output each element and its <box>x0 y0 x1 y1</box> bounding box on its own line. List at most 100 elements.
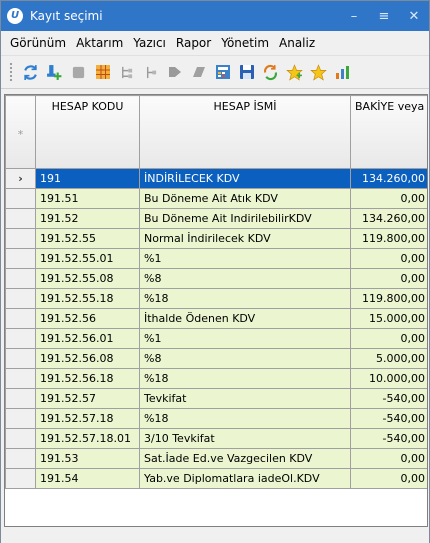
calculator-icon[interactable] <box>213 63 232 82</box>
window-title: Kayıt seçimi <box>30 9 103 23</box>
record-icon[interactable] <box>69 63 88 82</box>
app-logo-icon: U <box>7 8 23 24</box>
table-row[interactable]: 191.54 Yab.ve Diplomatlara iadeOl.KDV 0,00 <box>5 468 427 489</box>
menu-bar: Görünüm Aktarım Yazıcı Rapor Yönetim Ana… <box>1 31 429 55</box>
cell-account-code: 191.52.55.08 <box>35 268 140 289</box>
cell-account-code: 191.53 <box>35 448 140 469</box>
cell-account-code: 191.52.55 <box>35 228 140 249</box>
tree-icon[interactable] <box>117 63 136 82</box>
table-row[interactable]: 191.52.56.08 %8 5.000,00 <box>5 348 427 369</box>
row-indicator[interactable] <box>5 208 36 229</box>
menu-transfer[interactable]: Aktarım <box>71 36 128 50</box>
refresh-icon[interactable] <box>21 63 40 82</box>
cell-account-code: 191.52.56.18 <box>35 368 140 389</box>
table-row[interactable]: 191.52.57.18 %18 -540,00 <box>5 408 427 429</box>
account-grid[interactable]: * HESAP KODU HESAP İSMİ BAKİYE veya HARE… <box>4 94 428 527</box>
row-indicator[interactable] <box>5 228 36 249</box>
row-indicator[interactable] <box>5 348 36 369</box>
chart-icon[interactable] <box>333 63 352 82</box>
row-indicator[interactable] <box>5 388 36 409</box>
cell-balance: 134.260,00 <box>350 168 427 189</box>
table-row[interactable]: 191.53 Sat.İade Ed.ve Vazgecilen KDV 0,00 <box>5 448 427 469</box>
table-row[interactable]: 191.52.57 Tevkifat -540,00 <box>5 388 427 409</box>
status-bar <box>1 529 429 543</box>
forward-icon[interactable] <box>189 63 208 82</box>
row-indicator[interactable] <box>5 188 36 209</box>
column-header-balance[interactable]: BAKİYE veya HAREKET SAYISI <box>350 95 427 169</box>
cell-account-code: 191.52.56.08 <box>35 348 140 369</box>
grid-header-row: * HESAP KODU HESAP İSMİ BAKİYE veya HARE… <box>5 95 427 169</box>
table-row[interactable]: 191.52.57.18.01 3/10 Tevkifat -540,00 <box>5 428 427 449</box>
column-header-account-code[interactable]: HESAP KODU <box>35 95 140 169</box>
cell-balance: -540,00 <box>350 408 427 429</box>
title-bar[interactable]: U Kayıt seçimi – ≡ ✕ <box>1 1 429 31</box>
record-selection-window: U Kayıt seçimi – ≡ ✕ Görünüm Aktarım Yaz… <box>0 0 430 543</box>
row-indicator[interactable] <box>5 408 36 429</box>
cell-account-name: Tevkifat <box>139 388 351 409</box>
tree-collapse-icon[interactable] <box>141 63 160 82</box>
row-indicator[interactable] <box>5 328 36 349</box>
row-indicator[interactable] <box>5 428 36 449</box>
column-header-account-name[interactable]: HESAP İSMİ <box>139 95 351 169</box>
cell-balance: -540,00 <box>350 388 427 409</box>
row-indicator[interactable] <box>5 448 36 469</box>
cell-balance: 0,00 <box>350 268 427 289</box>
close-button[interactable]: ✕ <box>399 1 429 31</box>
star-icon[interactable] <box>309 63 328 82</box>
table-row[interactable]: 191.52.56.01 %1 0,00 <box>5 328 427 349</box>
table-row[interactable]: 191.52.55.01 %1 0,00 <box>5 248 427 269</box>
add-icon[interactable] <box>45 63 64 82</box>
table-row[interactable]: 191.52.56.18 %18 10.000,00 <box>5 368 427 389</box>
save-icon[interactable] <box>237 63 256 82</box>
cell-account-code: 191.52.57 <box>35 388 140 409</box>
cell-balance: 0,00 <box>350 468 427 489</box>
table-row[interactable]: 191.52 Bu Döneme Ait IndirilebilirKDV 134.… <box>5 208 427 229</box>
sync-icon[interactable] <box>261 63 280 82</box>
cell-account-name: %1 <box>139 328 351 349</box>
table-row[interactable]: 191.51 Bu Döneme Ait Atık KDV 0,00 <box>5 188 427 209</box>
table-row[interactable]: 191.52.55.18 %18 119.800,00 <box>5 288 427 309</box>
row-indicator[interactable] <box>5 288 36 309</box>
toolbar-grip[interactable] <box>9 62 13 82</box>
cell-account-name: %18 <box>139 368 351 389</box>
row-indicator[interactable]: › <box>5 168 36 189</box>
current-row-pointer-icon: › <box>18 172 23 185</box>
table-row[interactable]: 191.52.56 İthalde Ödenen KDV 15.000,00 <box>5 308 427 329</box>
menu-printer[interactable]: Yazıcı <box>128 36 171 50</box>
cell-account-code: 191.52.57.18 <box>35 408 140 429</box>
menu-view[interactable]: Görünüm <box>5 36 71 50</box>
row-indicator[interactable] <box>5 248 36 269</box>
cell-account-name: İthalde Ödenen KDV <box>139 308 351 329</box>
cell-account-name: Sat.İade Ed.ve Vazgecilen KDV <box>139 448 351 469</box>
menu-report[interactable]: Rapor <box>171 36 216 50</box>
cell-balance: 0,00 <box>350 448 427 469</box>
row-indicator[interactable] <box>5 268 36 289</box>
row-indicator[interactable] <box>5 468 36 489</box>
cell-account-code: 191.52.57.18.01 <box>35 428 140 449</box>
cell-account-name: Bu Döneme Ait Atık KDV <box>139 188 351 209</box>
cell-account-code: 191.52.56.01 <box>35 328 140 349</box>
cell-account-name: İNDİRİLECEK KDV <box>139 168 351 189</box>
cell-balance: -540,00 <box>350 428 427 449</box>
cell-account-name: %18 <box>139 408 351 429</box>
cell-balance: 0,00 <box>350 188 427 209</box>
cell-account-name: %1 <box>139 248 351 269</box>
row-indicator[interactable] <box>5 368 36 389</box>
cell-account-code: 191.52.55.18 <box>35 288 140 309</box>
grid-icon[interactable] <box>93 63 112 82</box>
cell-account-name: Yab.ve Diplomatlara iadeOl.KDV <box>139 468 351 489</box>
options-button[interactable]: ≡ <box>369 1 399 31</box>
table-row[interactable]: 191.52.55 Normal İndirilecek KDV 119.800,0… <box>5 228 427 249</box>
minimize-button[interactable]: – <box>339 1 369 31</box>
star-add-icon[interactable] <box>285 63 304 82</box>
cell-balance: 10.000,00 <box>350 368 427 389</box>
cell-account-code: 191.52 <box>35 208 140 229</box>
cell-account-name: Normal İndirilecek KDV <box>139 228 351 249</box>
menu-management[interactable]: Yönetim <box>216 36 274 50</box>
cell-account-name: %18 <box>139 288 351 309</box>
table-row[interactable]: › 191 İNDİRİLECEK KDV 134.260,00 <box>5 168 427 189</box>
table-row[interactable]: 191.52.55.08 %8 0,00 <box>5 268 427 289</box>
back-icon[interactable] <box>165 63 184 82</box>
menu-analysis[interactable]: Analiz <box>274 36 320 50</box>
row-indicator[interactable] <box>5 308 36 329</box>
